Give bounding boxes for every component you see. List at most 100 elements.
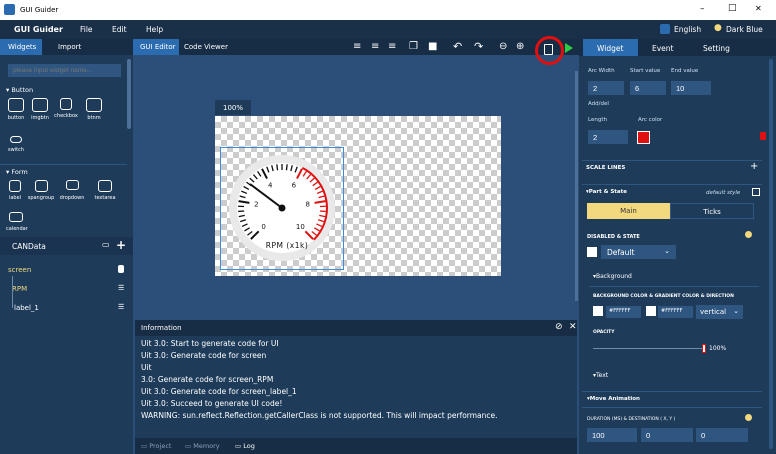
minimize-button[interactable]: – bbox=[700, 4, 705, 14]
tab-memory[interactable]: ▭ Memory bbox=[185, 442, 220, 450]
bg-color2-swatch[interactable] bbox=[646, 306, 656, 316]
theme-selector[interactable]: Dark Blue bbox=[726, 25, 763, 34]
state-dropdown[interactable]: Default ⌄ bbox=[601, 245, 676, 259]
redo-icon[interactable]: ↷ bbox=[474, 40, 483, 53]
start-value-input[interactable] bbox=[630, 81, 666, 95]
calendar-icon bbox=[9, 212, 23, 222]
dest-x-input[interactable] bbox=[641, 428, 693, 442]
widget-button[interactable]: button bbox=[6, 98, 26, 121]
paste-icon[interactable]: ■ bbox=[428, 41, 437, 52]
menu-help[interactable]: Help bbox=[146, 25, 163, 34]
spangroup-icon bbox=[34, 180, 48, 192]
length-label: Length bbox=[588, 117, 607, 123]
zoom-out-icon[interactable]: ⊖ bbox=[499, 41, 507, 52]
widget-dropdown[interactable]: dropdown bbox=[57, 180, 87, 201]
properties-panel: Widget Event Setting Arc Width Start val… bbox=[579, 39, 776, 454]
info-scrollbar[interactable] bbox=[575, 71, 578, 301]
part-state-row: ▾Part & State default style bbox=[582, 184, 762, 198]
align-center-icon[interactable]: ≡ bbox=[371, 41, 379, 52]
widget-search-input[interactable] bbox=[8, 64, 121, 77]
tab-event[interactable]: Event bbox=[652, 44, 674, 53]
maximize-button[interactable]: □ bbox=[728, 3, 737, 13]
opacity-slider-track[interactable] bbox=[593, 348, 703, 349]
clear-icon[interactable]: ⊘ bbox=[555, 322, 563, 332]
properties-scrollbar[interactable] bbox=[769, 59, 773, 449]
widget-btnm[interactable]: btnm bbox=[84, 98, 104, 121]
tree-item-screen[interactable]: screen bbox=[0, 264, 133, 276]
tab-import[interactable]: Import bbox=[58, 43, 81, 51]
tab-project[interactable]: ▭ Project bbox=[141, 442, 171, 450]
zoom-in-icon[interactable]: ⊕ bbox=[516, 41, 524, 52]
part-main-button[interactable]: Main bbox=[587, 203, 670, 219]
part-ticks-button[interactable]: Ticks bbox=[670, 203, 754, 219]
group-form-title[interactable]: ▾ Form bbox=[6, 168, 28, 176]
tree-item-rpm[interactable]: RPM ☰ bbox=[0, 283, 133, 295]
move-animation-section[interactable]: ▾Move Animation bbox=[587, 396, 640, 402]
menu-file[interactable]: File bbox=[80, 25, 93, 34]
opacity-value: 100% bbox=[709, 345, 727, 352]
folder-icon[interactable]: ▭ bbox=[102, 240, 110, 249]
bg-section-title: BACKGROUND COLOR & GRADIENT COLOR & DIRE… bbox=[593, 294, 734, 299]
align-left-icon[interactable]: ≡ bbox=[353, 41, 361, 52]
tab-log[interactable]: ▭ Log bbox=[235, 442, 255, 450]
undo-icon[interactable]: ↶ bbox=[453, 40, 462, 53]
background-section[interactable]: ▾Background bbox=[593, 273, 632, 280]
move-anim-divider-2 bbox=[582, 407, 762, 408]
default-style-checkbox[interactable] bbox=[752, 188, 760, 196]
generate-code-icon[interactable] bbox=[544, 44, 553, 55]
dest-y-input[interactable] bbox=[696, 428, 748, 442]
menu-lines-icon[interactable]: ☰ bbox=[118, 303, 124, 311]
rpm-gauge[interactable]: 0 2 4 6 8 10 RPM (x1k) bbox=[223, 154, 341, 268]
arc-width-input[interactable] bbox=[588, 81, 624, 95]
tab-code-viewer[interactable]: Code Viewer bbox=[184, 43, 228, 51]
widget-checkbox[interactable]: checkbox bbox=[52, 98, 80, 119]
add-icon[interactable]: + bbox=[116, 238, 126, 252]
end-value-input[interactable] bbox=[671, 81, 711, 95]
theme-icon: ● bbox=[714, 23, 722, 33]
tab-widget[interactable]: Widget bbox=[583, 39, 638, 56]
tab-widgets[interactable]: Widgets bbox=[0, 39, 42, 55]
lock-icon[interactable] bbox=[118, 265, 124, 273]
run-icon[interactable] bbox=[565, 43, 573, 53]
bg-divider bbox=[589, 286, 759, 287]
opacity-slider-thumb[interactable] bbox=[702, 344, 706, 353]
expand-icon[interactable]: + bbox=[750, 161, 758, 172]
menu-lines-icon[interactable]: ☰ bbox=[118, 284, 124, 292]
widget-label[interactable]: label bbox=[6, 180, 24, 201]
widget-scrollbar[interactable] bbox=[127, 59, 131, 129]
info-dot-icon bbox=[745, 414, 752, 421]
length-input[interactable] bbox=[588, 130, 628, 144]
tab-setting[interactable]: Setting bbox=[703, 44, 730, 53]
default-style-label: default style bbox=[706, 190, 741, 196]
label-icon bbox=[9, 180, 21, 192]
arc-color-swatch[interactable] bbox=[637, 131, 650, 144]
log-line: WARNING: sun.reflect.Reflection.getCalle… bbox=[141, 411, 498, 420]
arc-color-label: Arc color bbox=[638, 117, 663, 123]
widget-textarea[interactable]: textarea bbox=[92, 180, 118, 201]
group-button-title[interactable]: ▾ Button bbox=[6, 86, 33, 94]
copy-icon[interactable]: ❐ bbox=[409, 41, 418, 52]
align-right-icon[interactable]: ≡ bbox=[388, 41, 396, 52]
btnm-icon bbox=[86, 98, 102, 112]
menu-edit[interactable]: Edit bbox=[112, 25, 127, 34]
tab-gui-editor[interactable]: GUI Editor bbox=[133, 39, 179, 55]
button-icon bbox=[8, 98, 24, 112]
widget-spangroup[interactable]: spangroup bbox=[26, 180, 56, 201]
scale-lines-row[interactable]: SCALE LINES + bbox=[582, 160, 762, 174]
delete-icon[interactable] bbox=[760, 132, 766, 140]
language-selector[interactable]: English bbox=[674, 25, 701, 34]
tree-item-label-1[interactable]: label_1 ☰ bbox=[0, 302, 133, 314]
text-section[interactable]: ▾Text bbox=[593, 372, 608, 379]
gradient-direction-dropdown[interactable]: vertical ⌄ bbox=[696, 305, 743, 319]
widget-calendar[interactable]: calendar bbox=[6, 212, 28, 232]
gauge-label-4: 4 bbox=[268, 181, 273, 189]
duration-input[interactable] bbox=[587, 428, 637, 442]
editor-area: GUI Editor Code Viewer ≡ ≡ ≡ ❐ ■ ↶ ↷ ⊖ ⊕… bbox=[133, 36, 579, 454]
widget-imgbtn[interactable]: imgbtn bbox=[29, 98, 51, 121]
widget-switch[interactable]: switch bbox=[6, 136, 26, 153]
bg-color1-swatch[interactable] bbox=[593, 306, 603, 316]
close-button[interactable]: ✕ bbox=[755, 4, 762, 13]
close-info-icon[interactable]: ✕ bbox=[569, 322, 577, 332]
state-checkbox[interactable] bbox=[587, 247, 597, 257]
tree-connector bbox=[12, 276, 13, 308]
